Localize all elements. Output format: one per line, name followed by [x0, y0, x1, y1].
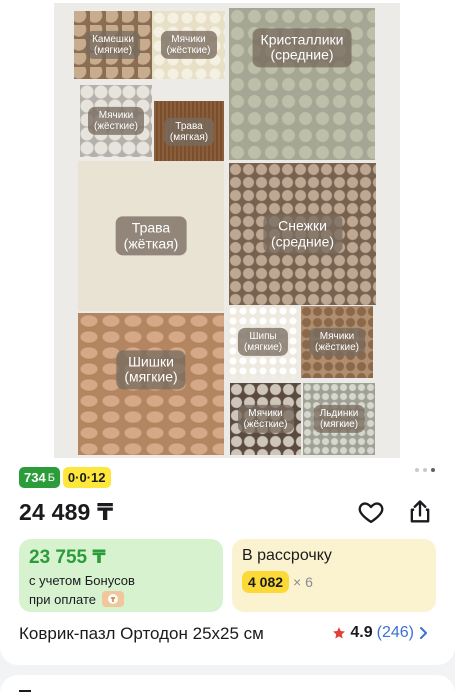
bonus-points-unit: Б [47, 471, 55, 484]
gallery-dot-active[interactable] [431, 468, 435, 472]
bonus-caption: с учетом Бонусов [29, 573, 135, 588]
bonus-price: 23 755 ₸ [29, 547, 106, 568]
bonus-points-value: 734 [24, 470, 46, 485]
tile-label: Шишки (мягкие) [116, 350, 186, 390]
mat-tile-myachiki: Мячики (жёсткие) [230, 383, 301, 455]
tile-label: Мячики (жёсткие) [237, 404, 294, 434]
tile-label: Кристаллики (средние) [252, 27, 352, 68]
gallery-dot[interactable] [423, 468, 427, 472]
mat-tile-myachiki: Мячики (жёсткие) [301, 306, 373, 378]
bonus-payment-row: при оплате [29, 591, 213, 607]
product-image[interactable]: Камешки (мягкие) Мячики (жёсткие) Криста… [54, 3, 400, 458]
gallery-pagination[interactable] [415, 468, 435, 472]
mat-tile-myachiki: Мячики (жёсткие) [80, 85, 152, 157]
installment-badge-text: 0·0·12 [67, 470, 106, 485]
wallet-icon [101, 591, 124, 607]
rating-value: 4.9 [350, 624, 373, 641]
mat-tile-trava-hard: Трава (жёткая) [78, 161, 224, 311]
rating-link[interactable]: 4.9 (246) [332, 624, 428, 642]
installment-title: В рассрочку [242, 547, 332, 564]
installment-badge: 0·0·12 [62, 467, 111, 488]
section-heading-fragment [19, 690, 31, 692]
mat-tile-snezhki: Снежки (средние) [229, 163, 376, 305]
tile-label: Снежки (средние) [262, 214, 343, 254]
mat-tile-shishki: Шишки (мягкие) [78, 313, 224, 455]
mat-tile-trava-soft: Трава (мягкая) [154, 101, 224, 163]
gallery-dot[interactable] [415, 468, 419, 472]
tile-label: Трава (жёткая) [115, 216, 187, 256]
next-section [0, 675, 455, 699]
heart-icon[interactable] [357, 498, 385, 526]
tile-label: Трава (мягкая) [163, 117, 215, 147]
installment-multiplier: × 6 [293, 574, 313, 590]
tile-label: Льдинки (мягкие) [313, 404, 365, 434]
installment-amount: 4 082 [242, 571, 290, 593]
share-icon[interactable] [406, 498, 434, 526]
bonus-payment-caption: при оплате [29, 591, 96, 607]
tile-label: Мячики (жёсткие) [87, 106, 145, 136]
promo-badges: 734 Б 0·0·12 [19, 467, 111, 488]
mat-tile-myachiki: Мячики (жёсткие) [152, 11, 225, 79]
installment-box[interactable]: В рассрочку 4 082 × 6 [232, 539, 436, 612]
tile-label: Камешки (мягкие) [86, 30, 140, 60]
mat-tile-shipy: Шипы (мягкие) [228, 306, 298, 378]
product-gallery[interactable]: Камешки (мягкие) Мячики (жёсткие) Криста… [0, 0, 455, 462]
product-title: Коврик-пазл Ортодон 25х25 см [19, 624, 264, 643]
mat-tile-kameshki: Камешки (мягкие) [74, 11, 152, 79]
tile-label: Мячики (жёсткие) [160, 30, 217, 60]
star-icon [333, 627, 346, 639]
installment-row: 4 082 × 6 [242, 571, 426, 593]
bonus-points-badge: 734 Б [19, 467, 60, 488]
review-count[interactable]: (246) [377, 624, 414, 642]
bonus-price-box[interactable]: 23 755 ₸ с учетом Бонусов при оплате [19, 539, 223, 612]
mat-tile-kristalliki: Кристаллики (средние) [229, 8, 375, 160]
tile-label: Мячики (жёсткие) [308, 327, 366, 357]
chevron-right-icon[interactable] [418, 626, 428, 640]
product-price: 24 489 ₸ [19, 499, 114, 525]
product-card: Камешки (мягкие) Мячики (жёсткие) Криста… [0, 0, 455, 665]
mat-tile-ldinki: Льдинки (мягкие) [303, 383, 375, 455]
tile-label: Шипы (мягкие) [237, 327, 289, 357]
